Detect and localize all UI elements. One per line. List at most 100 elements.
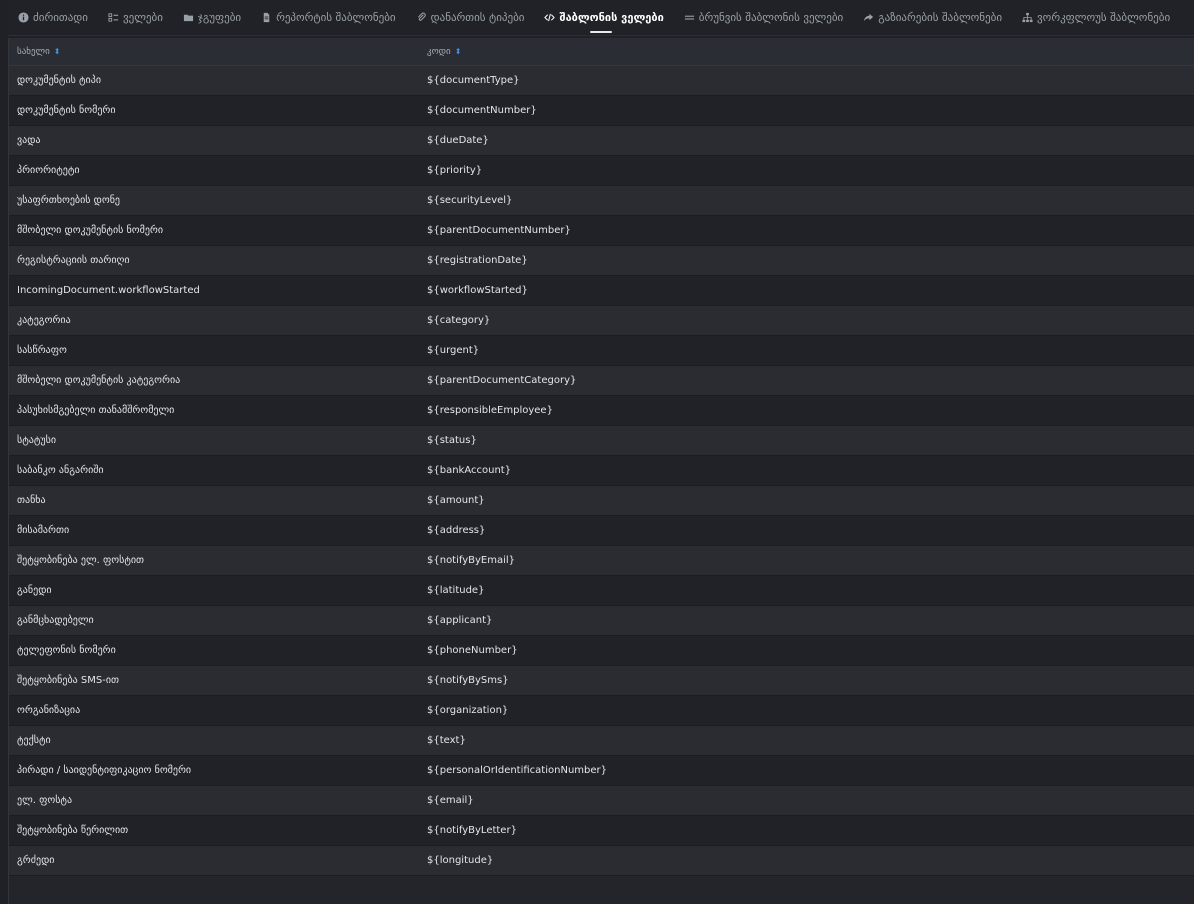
- table-row[interactable]: შეტყობინება ელ. ფოსტით ${notifyByEmail}: [9, 546, 1194, 576]
- info-icon: [18, 12, 29, 23]
- table-row[interactable]: სტატუსი ${status}: [9, 426, 1194, 456]
- column-header-name[interactable]: სახელი ⬍: [9, 47, 421, 57]
- tab-label: ვორკფლოუს შაბლონები: [1037, 11, 1171, 24]
- field-name-cell: IncomingDocument.workflowStarted: [17, 285, 200, 296]
- list-icon: [108, 12, 119, 23]
- tab-4[interactable]: რეპორტის შაბლონები: [251, 0, 406, 35]
- table-row[interactable]: განედი ${latitude}: [9, 576, 1194, 606]
- field-code-cell: ${priority}: [427, 165, 483, 176]
- table-row[interactable]: ორგანიზაცია ${organization}: [9, 696, 1194, 726]
- field-name-cell: სტატუსი: [17, 435, 57, 446]
- field-name-cell: პასუხისმგებელი თანამშრომელი: [17, 405, 175, 416]
- field-code-cell: ${securityLevel}: [427, 195, 513, 206]
- table-row[interactable]: ტელეფონის ნომერი ${phoneNumber}: [9, 636, 1194, 666]
- tab-5[interactable]: დანართის ტიპები: [406, 0, 535, 35]
- field-code-cell: ${documentType}: [427, 75, 520, 86]
- field-name-cell: ელ. ფოსტა: [17, 795, 73, 806]
- tab-3[interactable]: ჯგუფები: [173, 0, 251, 35]
- tab-label: შაბლონის ველები: [559, 11, 664, 24]
- field-name-cell: თანხა: [17, 495, 46, 506]
- field-name-cell: რეგისტრაციის თარიღი: [17, 255, 130, 266]
- table-row[interactable]: დოკუმენტის ტიპი ${documentType}: [9, 66, 1194, 96]
- field-code-cell: ${amount}: [427, 495, 485, 506]
- column-header-code[interactable]: კოდი ⬍: [421, 47, 461, 57]
- field-name-cell: განედი: [17, 585, 52, 596]
- column-header-name-label: სახელი: [17, 46, 50, 57]
- field-name-cell: სასწრაფო: [17, 345, 67, 356]
- field-code-cell: ${category}: [427, 315, 491, 326]
- field-code-cell: ${dueDate}: [427, 135, 489, 146]
- sitemap-icon: [1022, 12, 1033, 23]
- field-name-cell: შეტყობინება SMS-ით: [17, 675, 120, 686]
- tab-1[interactable]: ძირითადი: [8, 0, 98, 35]
- table-row[interactable]: მისამართი ${address}: [9, 516, 1194, 546]
- table-row[interactable]: მშობელი დოკუმენტის ნომერი ${parentDocumen…: [9, 216, 1194, 246]
- table-row[interactable]: საბანკო ანგარიში ${bankAccount}: [9, 456, 1194, 486]
- field-name-cell: პრიორიტეტი: [17, 165, 80, 176]
- table-row[interactable]: უსაფრთხოების დონე ${securityLevel}: [9, 186, 1194, 216]
- table-row[interactable]: პასუხისმგებელი თანამშრომელი ${responsible…: [9, 396, 1194, 426]
- table-row[interactable]: შეტყობინება წერილით ${notifyByLetter}: [9, 816, 1194, 846]
- field-code-cell: ${latitude}: [427, 585, 485, 596]
- tab-bar: ძირითადი ველები ჯგუფები რეპორტის შაბლონები დ…: [8, 0, 1194, 36]
- table-header: სახელი ⬍ კოდი ⬍: [9, 38, 1194, 66]
- table-row[interactable]: პრიორიტეტი ${priority}: [9, 156, 1194, 186]
- field-code-cell: ${status}: [427, 435, 477, 446]
- table-row[interactable]: გრძედი ${longitude}: [9, 846, 1194, 876]
- field-name-cell: ორგანიზაცია: [17, 705, 81, 716]
- field-name-cell: მშობელი დოკუმენტის ნომერი: [17, 225, 164, 236]
- field-code-cell: ${text}: [427, 735, 466, 746]
- table-row[interactable]: ტექსტი ${text}: [9, 726, 1194, 756]
- table-row[interactable]: სასწრაფო ${urgent}: [9, 336, 1194, 366]
- table-body: დოკუმენტის ტიპი ${documentType} დოკუმენტის…: [9, 66, 1194, 876]
- table-row[interactable]: პირადი / საიდენტიფიკაციო ნომერი ${persona…: [9, 756, 1194, 786]
- field-code-cell: ${urgent}: [427, 345, 480, 356]
- column-header-code-label: კოდი: [427, 46, 451, 57]
- table-row[interactable]: IncomingDocument.workflowStarted ${workfl…: [9, 276, 1194, 306]
- tab-9[interactable]: ვორკფლოუს შაბლონები: [1012, 0, 1180, 35]
- field-name-cell: გრძედი: [17, 855, 55, 866]
- field-name-cell: პირადი / საიდენტიფიკაციო ნომერი: [17, 765, 192, 776]
- table-row[interactable]: ელ. ფოსტა ${email}: [9, 786, 1194, 816]
- field-code-cell: ${notifyBySms}: [427, 675, 509, 686]
- table-row[interactable]: მშობელი დოკუმენტის კატეგორია ${parentDocu…: [9, 366, 1194, 396]
- field-code-cell: ${applicant}: [427, 615, 493, 626]
- code-icon: [544, 12, 556, 23]
- field-code-cell: ${longitude}: [427, 855, 494, 866]
- tab-label: რეპორტის შაბლონები: [276, 11, 396, 24]
- tab-label: ბრუნვის შაბლონის ველები: [698, 11, 844, 24]
- field-name-cell: უსაფრთხოების დონე: [17, 195, 121, 206]
- table-row[interactable]: რეგისტრაციის თარიღი ${registrationDate}: [9, 246, 1194, 276]
- field-code-cell: ${parentDocumentNumber}: [427, 225, 571, 236]
- field-code-cell: ${registrationDate}: [427, 255, 528, 266]
- field-code-cell: ${workflowStarted}: [427, 285, 528, 296]
- field-code-cell: ${documentNumber}: [427, 105, 537, 116]
- field-code-cell: ${notifyByEmail}: [427, 555, 516, 566]
- field-name-cell: ვადა: [17, 135, 41, 146]
- field-code-cell: ${address}: [427, 525, 486, 536]
- table-row[interactable]: დოკუმენტის ნომერი ${documentNumber}: [9, 96, 1194, 126]
- table-row[interactable]: თანხა ${amount}: [9, 486, 1194, 516]
- field-name-cell: ტექსტი: [17, 735, 51, 746]
- field-name-cell: კატეგორია: [17, 315, 71, 326]
- field-name-cell: დოკუმენტის ტიპი: [17, 75, 101, 86]
- table-row[interactable]: კატეგორია ${category}: [9, 306, 1194, 336]
- table-row[interactable]: ვადა ${dueDate}: [9, 126, 1194, 156]
- field-code-cell: ${organization}: [427, 705, 509, 716]
- table-row[interactable]: განმცხადებელი ${applicant}: [9, 606, 1194, 636]
- field-name-cell: ტელეფონის ნომერი: [17, 645, 116, 656]
- tab-6[interactable]: შაბლონის ველები: [534, 0, 673, 35]
- field-code-cell: ${parentDocumentCategory}: [427, 375, 577, 386]
- paperclip-icon: [416, 12, 427, 23]
- tab-label: ჯგუფები: [197, 11, 242, 24]
- field-name-cell: შეტყობინება წერილით: [17, 825, 129, 836]
- sort-icon[interactable]: ⬍: [455, 47, 462, 56]
- folder-icon: [183, 12, 194, 23]
- field-name-cell: დოკუმენტის ნომერი: [17, 105, 116, 116]
- sort-icon[interactable]: ⬍: [54, 47, 61, 56]
- tab-2[interactable]: ველები: [98, 0, 173, 35]
- tab-7[interactable]: ბრუნვის შაბლონის ველები: [674, 0, 853, 35]
- tab-8[interactable]: გაზიარების შაბლონები: [853, 0, 1012, 35]
- table-row[interactable]: შეტყობინება SMS-ით ${notifyBySms}: [9, 666, 1194, 696]
- field-code-cell: ${responsibleEmployee}: [427, 405, 553, 416]
